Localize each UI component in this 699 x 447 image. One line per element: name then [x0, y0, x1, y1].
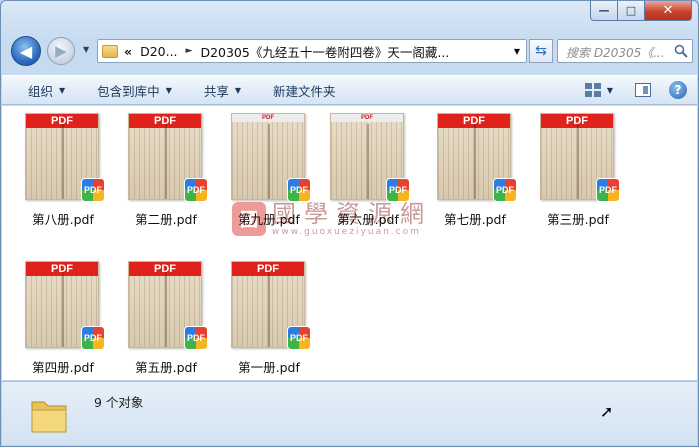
share-label: 共享 — [203, 83, 229, 99]
share-menu[interactable]: 共享 ▼ — [184, 76, 253, 104]
file-name: 第二册.pdf — [135, 212, 197, 227]
chevron-down-icon: ▼ — [165, 85, 172, 95]
file-name: 第九册.pdf — [238, 212, 300, 227]
breadcrumb-current[interactable]: D20305《九经五十一卷附四卷》天一阁藏... — [200, 42, 449, 61]
pdf-banner-label: PDF — [232, 114, 304, 122]
include-in-library-label: 包含到库中 — [97, 83, 160, 99]
pdf-app-icon: PDF — [81, 326, 105, 350]
pdf-app-icon: PDF — [386, 178, 410, 202]
refresh-icon: ⇆ — [535, 43, 547, 59]
forward-arrow-icon: ▶ — [55, 42, 67, 60]
address-dropdown-icon[interactable]: ▼ — [508, 40, 526, 62]
caption-buttons: — □ ✕ — [590, 1, 692, 21]
chevron-down-icon: ▼ — [59, 85, 66, 95]
search-placeholder: 搜索 D20305《... — [566, 46, 665, 60]
navigation-row: ◀ ▶ ▼ « D20... ► D20305《九经五十一卷附四卷》天一阁藏..… — [7, 33, 693, 69]
view-options-dropdown[interactable]: ▼ — [607, 86, 613, 95]
breadcrumb-separator-icon[interactable]: ► — [186, 46, 193, 56]
file-name: 第五册.pdf — [135, 360, 197, 375]
breadcrumb-overflow[interactable]: « — [124, 44, 132, 59]
command-bar: 组织 ▼ 包含到库中 ▼ 共享 ▼ 新建文件夹 ▼ ? — [2, 75, 697, 105]
status-bar: 9 个对象 ➚ — [2, 381, 697, 445]
close-button[interactable]: ✕ — [645, 1, 692, 21]
pdf-app-icon: PDF — [596, 178, 620, 202]
file-name: 第四册.pdf — [32, 360, 94, 375]
organize-menu[interactable]: 组织 ▼ — [2, 76, 77, 104]
new-folder-label: 新建文件夹 — [273, 83, 336, 99]
file-name: 第六册.pdf — [337, 212, 399, 227]
search-icon — [674, 44, 688, 58]
view-controls: ▼ ? — [584, 81, 687, 99]
include-in-library-menu[interactable]: 包含到库中 ▼ — [77, 76, 184, 104]
file-name: 第七册.pdf — [444, 212, 506, 227]
pdf-banner-label: PDF — [331, 114, 403, 122]
refresh-button[interactable]: ⇆ — [529, 39, 553, 63]
item-count: 9 个对象 — [94, 395, 144, 410]
forward-button[interactable]: ▶ — [47, 37, 75, 65]
folder-icon — [31, 401, 67, 433]
back-button[interactable]: ◀ — [11, 36, 41, 66]
maximize-button[interactable]: □ — [618, 1, 645, 21]
search-input[interactable]: 搜索 D20305《... — [557, 39, 693, 63]
watermark-url: www.guoxueziyuan.com — [272, 227, 421, 237]
change-view-icon[interactable] — [584, 83, 601, 97]
preview-pane-icon[interactable] — [635, 83, 651, 97]
back-arrow-icon: ◀ — [19, 41, 33, 61]
pdf-app-icon: PDF — [184, 326, 208, 350]
pdf-app-icon: PDF — [287, 178, 311, 202]
folder-icon — [102, 44, 118, 58]
address-bar[interactable]: « D20... ► D20305《九经五十一卷附四卷》天一阁藏... ▼ — [97, 39, 527, 63]
pdf-app-icon: PDF — [184, 178, 208, 202]
minimize-button[interactable]: — — [590, 1, 618, 21]
help-icon[interactable]: ? — [669, 81, 687, 99]
explorer-window: — □ ✕ ◀ ▶ ▼ « D20... ► D20305《九经五十一卷附四卷》… — [0, 0, 699, 447]
new-folder-button[interactable]: 新建文件夹 — [253, 76, 348, 104]
organize-label: 组织 — [28, 83, 54, 99]
file-name: 第一册.pdf — [238, 360, 300, 375]
pdf-app-icon: PDF — [81, 178, 105, 202]
file-name: 第三册.pdf — [547, 212, 609, 227]
mouse-cursor-icon: ➚ — [600, 402, 614, 421]
breadcrumb-item[interactable]: D20... — [140, 44, 177, 59]
pdf-app-icon: PDF — [287, 326, 311, 350]
recent-pages-dropdown[interactable]: ▼ — [83, 45, 89, 54]
chevron-down-icon: ▼ — [234, 85, 242, 95]
file-list-view[interactable]: 國 國學資源網 www.guoxueziyuan.com PDF PDF 第八册.p… — [2, 106, 697, 380]
pdf-app-icon: PDF — [493, 178, 517, 202]
file-name: 第八册.pdf — [32, 212, 94, 227]
